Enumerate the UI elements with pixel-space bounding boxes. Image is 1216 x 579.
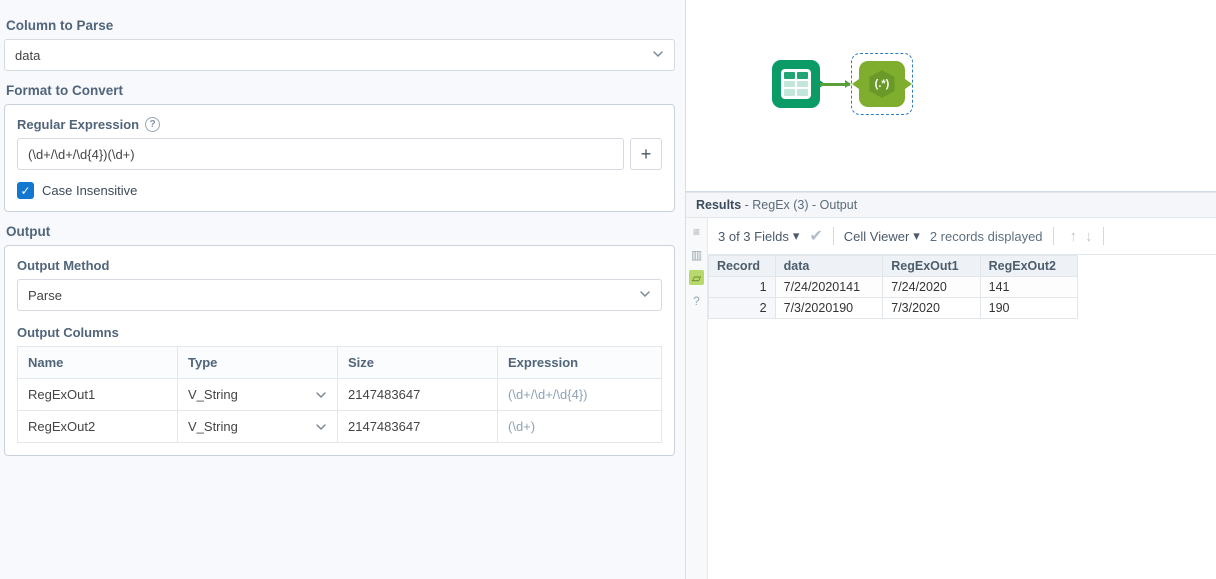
- arrow-up-icon[interactable]: ↑: [1070, 228, 1078, 245]
- column-to-parse-select[interactable]: data: [4, 39, 675, 71]
- chevron-down-icon: [315, 389, 327, 401]
- table-row[interactable]: 2 7/3/2020190 7/3/2020 190: [709, 298, 1078, 319]
- results-title: Results: [696, 198, 741, 212]
- regex-input[interactable]: [17, 138, 624, 170]
- col-header-type[interactable]: Type: [178, 347, 338, 379]
- cell-record: 1: [709, 277, 776, 298]
- regex-label: Regular Expression: [17, 117, 139, 132]
- chevron-down-icon: [652, 48, 664, 63]
- help-icon[interactable]: ?: [145, 117, 160, 132]
- apply-check-icon[interactable]: ✔: [809, 226, 822, 246]
- right-panel: (.*) Results - RegEx (3) - Output ≡ ▥ ▱ …: [685, 0, 1216, 579]
- cell-record: 2: [709, 298, 776, 319]
- grid-icon[interactable]: ▥: [689, 247, 704, 262]
- results-table[interactable]: Record data RegExOut1 RegExOut2 1 7/24/2…: [708, 255, 1078, 319]
- output-box: Output Method Parse Output Columns Name …: [4, 245, 675, 456]
- results-header: Results - RegEx (3) - Output: [686, 192, 1216, 218]
- cell-regexout2: 190: [980, 298, 1077, 319]
- regex-tool-node[interactable]: (.*): [851, 53, 913, 115]
- col-header-record[interactable]: Record: [709, 256, 776, 277]
- col-header-data[interactable]: data: [775, 256, 883, 277]
- table-row[interactable]: RegExOut2 V_String 2147483647 (\d+): [18, 411, 662, 443]
- column-to-parse-value: data: [15, 48, 40, 63]
- output-method-label: Output Method: [17, 258, 662, 273]
- arrow-down-icon[interactable]: ↓: [1085, 228, 1093, 245]
- cell-regexout1: 7/24/2020: [883, 277, 980, 298]
- col-header-name[interactable]: Name: [18, 347, 178, 379]
- connection-edge[interactable]: [820, 83, 850, 86]
- input-data-tool-node[interactable]: [772, 60, 820, 108]
- list-icon[interactable]: ≡: [689, 224, 704, 239]
- column-to-parse-label: Column to Parse: [6, 18, 675, 33]
- cell-expr: (\d+): [498, 411, 662, 443]
- help-icon[interactable]: ?: [689, 293, 704, 308]
- cell-viewer-dropdown[interactable]: Cell Viewer ▾: [844, 228, 920, 244]
- cell-regexout1: 7/3/2020: [883, 298, 980, 319]
- cell-type[interactable]: V_String: [178, 411, 338, 443]
- cell-name[interactable]: RegExOut2: [18, 411, 178, 443]
- results-side-icons: ≡ ▥ ▱ ?: [686, 218, 708, 579]
- workflow-canvas[interactable]: (.*): [686, 0, 1216, 192]
- caret-down-icon: ▾: [793, 228, 800, 244]
- format-to-convert-label: Format to Convert: [6, 83, 675, 98]
- fields-dropdown[interactable]: 3 of 3 Fields ▾: [718, 228, 799, 244]
- chevron-down-icon: [639, 288, 651, 303]
- col-header-size[interactable]: Size: [338, 347, 498, 379]
- output-label: Output: [6, 224, 675, 239]
- format-to-convert-box: Regular Expression ? + ✓ Case Insensitiv…: [4, 104, 675, 212]
- table-row[interactable]: RegExOut1 V_String 2147483647 (\d+/\d+/\…: [18, 379, 662, 411]
- output-method-value: Parse: [28, 288, 62, 303]
- cell-expr: (\d+/\d+/\d{4}): [498, 379, 662, 411]
- col-header-regexout1[interactable]: RegExOut1: [883, 256, 980, 277]
- cell-type[interactable]: V_String: [178, 379, 338, 411]
- cell-data: 7/3/2020190: [775, 298, 883, 319]
- col-header-expr[interactable]: Expression: [498, 347, 662, 379]
- output-columns-table: Name Type Size Expression RegExOut1 V_St…: [17, 346, 662, 443]
- output-anchor-icon[interactable]: ▱: [689, 270, 704, 285]
- case-insensitive-label: Case Insensitive: [42, 183, 137, 198]
- add-expression-button[interactable]: +: [630, 138, 662, 170]
- cell-name[interactable]: RegExOut1: [18, 379, 178, 411]
- cell-size[interactable]: 2147483647: [338, 411, 498, 443]
- table-row[interactable]: 1 7/24/2020141 7/24/2020 141: [709, 277, 1078, 298]
- col-header-regexout2[interactable]: RegExOut2: [980, 256, 1077, 277]
- cell-regexout2: 141: [980, 277, 1077, 298]
- records-displayed-label: 2 records displayed: [930, 229, 1043, 244]
- case-insensitive-checkbox[interactable]: ✓: [17, 182, 34, 199]
- output-method-select[interactable]: Parse: [17, 279, 662, 311]
- caret-down-icon: ▾: [913, 228, 920, 244]
- output-columns-label: Output Columns: [17, 325, 662, 340]
- regex-icon: (.*): [868, 70, 896, 98]
- results-toolbar: 3 of 3 Fields ▾ ✔ Cell Viewer ▾ 2 record…: [708, 218, 1216, 255]
- chevron-down-icon: [315, 421, 327, 433]
- cell-data: 7/24/2020141: [775, 277, 883, 298]
- cell-size[interactable]: 2147483647: [338, 379, 498, 411]
- results-subtitle: - RegEx (3) - Output: [741, 198, 857, 212]
- config-panel: Column to Parse data Format to Convert R…: [0, 0, 685, 579]
